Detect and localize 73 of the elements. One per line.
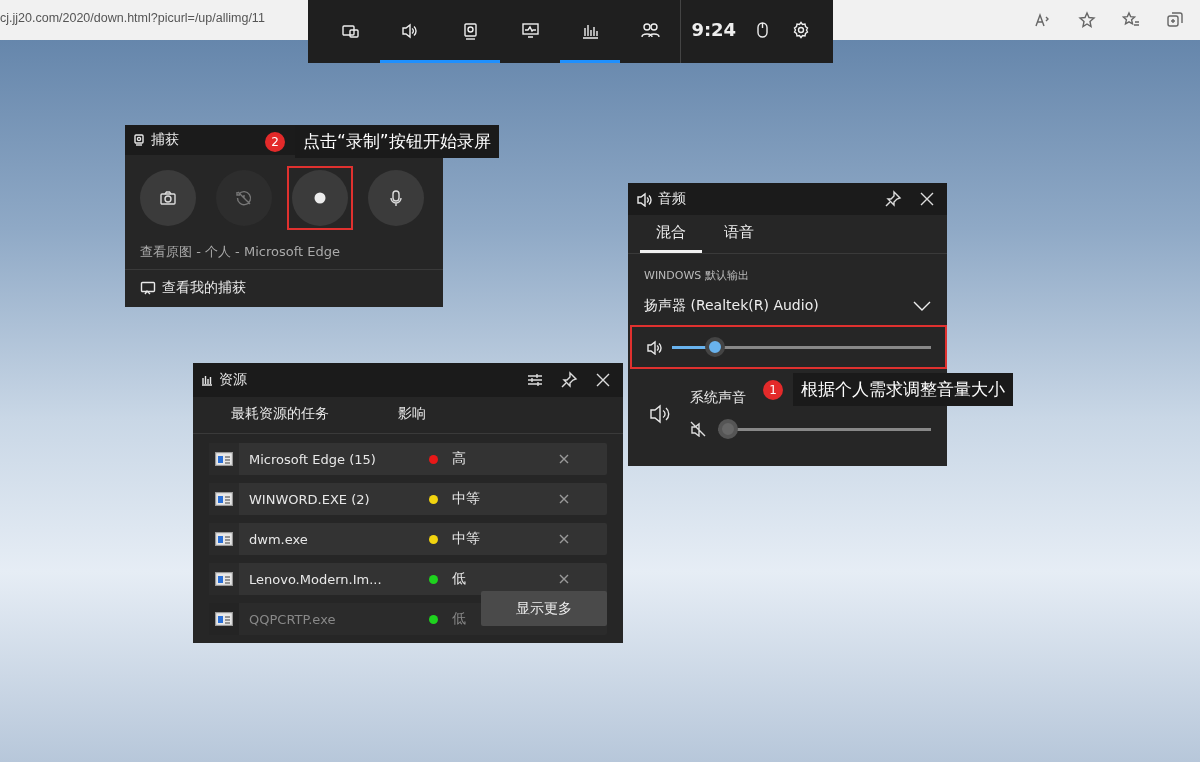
task-name: QQPCRTP.exe (249, 611, 337, 627)
speaker-icon (646, 339, 662, 355)
close-icon (558, 533, 570, 545)
speaker-icon (400, 22, 420, 41)
end-task-button[interactable] (558, 453, 570, 465)
people-icon (640, 20, 660, 40)
show-more-button[interactable]: 显示更多 (481, 591, 607, 626)
task-name: Microsoft Edge (15) (249, 451, 377, 467)
webcam-icon (133, 134, 145, 146)
callout-text: 点击“录制”按钮开始录屏 (295, 125, 499, 158)
app-window-icon (215, 452, 233, 466)
close-icon (918, 190, 936, 208)
panel-title: 资源 (219, 371, 247, 389)
app-window-icon (215, 492, 233, 506)
app-name: 系统声音 (690, 389, 746, 407)
collections-icon (1166, 11, 1184, 29)
impact-level: 中等 (452, 530, 481, 548)
task-row[interactable]: WINWORD.EXE (2) 中等 (209, 483, 607, 515)
app-window-icon (215, 612, 233, 626)
end-task-button[interactable] (558, 493, 570, 505)
task-name: dwm.exe (249, 531, 309, 547)
app-window-icon (215, 532, 233, 546)
panel-title: 捕获 (151, 131, 179, 149)
settings-icon (792, 21, 811, 39)
task-row[interactable]: Lenovo.Modern.Im... 低 (209, 563, 607, 595)
camera-icon (159, 189, 177, 207)
impact-level: 中等 (452, 490, 481, 508)
task-row[interactable]: dwm.exe 中等 (209, 523, 607, 555)
task-name: Lenovo.Modern.Im... (249, 571, 383, 587)
slider-thumb[interactable] (705, 337, 726, 357)
clock-time: 9:24 (680, 0, 743, 63)
callout-text: 根据个人需求调整音量大小 (793, 373, 1013, 406)
end-task-button[interactable] (558, 573, 570, 585)
microphone-icon (387, 189, 405, 207)
pin-icon (884, 190, 902, 208)
app-window-icon (215, 572, 233, 586)
task-name: WINWORD.EXE (2) (249, 491, 371, 507)
tab[interactable]: 语音 (708, 215, 770, 253)
step-number-badge: 1 (763, 379, 783, 400)
end-task-button[interactable] (558, 533, 570, 545)
capture-button[interactable] (368, 170, 424, 226)
rewind-clock-icon (235, 189, 253, 207)
view-captures-link[interactable]: 查看我的捕获 (125, 270, 443, 306)
impact-level: 低 (452, 570, 467, 588)
star-plus-icon (1078, 11, 1096, 29)
source-caption: 查看原图 - 个人 - Microsoft Edge (125, 233, 443, 270)
tab[interactable]: 混合 (640, 215, 702, 253)
monitor-icon (520, 20, 540, 40)
slider-thumb[interactable] (718, 419, 738, 439)
close-icon (558, 573, 570, 585)
section-label: WINDOWS 默认输出 (643, 268, 750, 283)
close-icon (558, 493, 570, 505)
address-text[interactable]: cj.jj20.com/2020/down.html?picurl=/up/allimg/11 (0, 11, 265, 25)
sliders-icon (526, 371, 544, 389)
bar-chart-icon (201, 374, 213, 386)
mute-button[interactable] (690, 421, 706, 437)
column-header: 最耗资源的任务 (231, 405, 330, 423)
capture-button[interactable] (140, 170, 196, 226)
muted-speaker-icon (690, 421, 706, 437)
bar-chart-icon (580, 22, 600, 41)
speaker-icon (636, 191, 652, 207)
close-icon (594, 371, 612, 389)
impact-level: 低 (452, 610, 467, 628)
favorites-icon (1122, 11, 1140, 29)
chevron-down-icon (913, 300, 931, 312)
pin-icon (560, 371, 578, 389)
device-dropdown[interactable]: 扬声器 (Realtek(R) Audio) (628, 283, 947, 315)
close-icon (558, 453, 570, 465)
column-header: 影响 (398, 405, 426, 423)
task-row[interactable]: Microsoft Edge (15) 高 (209, 443, 607, 475)
panel-title: 音频 (658, 190, 686, 208)
gallery-icon (140, 280, 156, 296)
impact-level: 高 (452, 450, 467, 468)
